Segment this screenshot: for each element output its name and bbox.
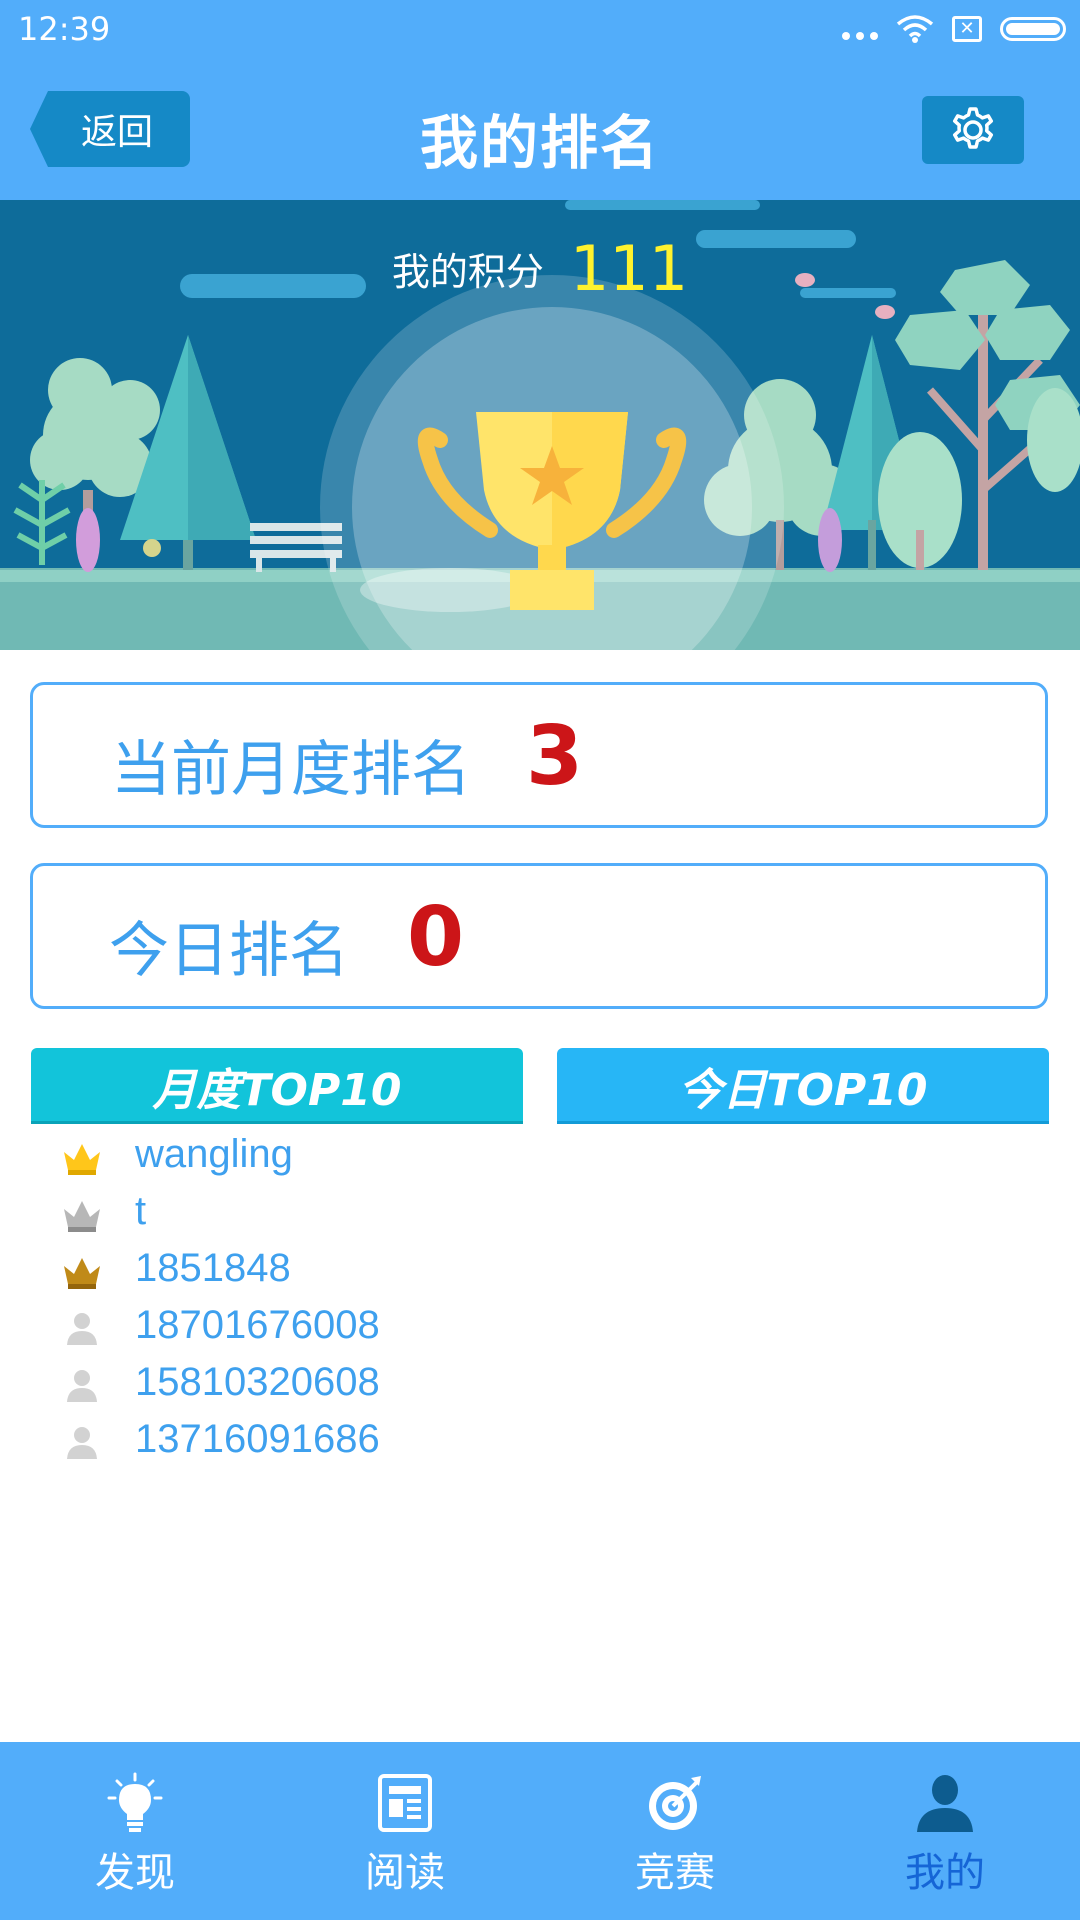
bottom-nav: 发现 阅读 竞赛 我的 [0,1742,1080,1920]
list-item[interactable]: 1851848 [0,1246,1080,1302]
nav-mine[interactable]: 我的 [810,1742,1080,1920]
list-item-name: 13716091686 [135,1417,380,1461]
status-bar: 12:39 ✕ [0,0,1080,60]
score-label: 我的积分 [391,250,544,294]
score-banner: 我的积分 111 [0,200,1080,650]
monthly-rank-label: 当前月度排名 [111,735,471,805]
nav-read[interactable]: 阅读 [270,1742,540,1920]
lightbulb-icon [107,1772,163,1832]
nav-discover-label: 发现 [95,1850,175,1896]
list-item[interactable]: 18701676008 [0,1303,1080,1359]
status-time: 12:39 [18,10,111,48]
gold-crown-icon [64,1144,100,1175]
app-header: 返回 我的排名 [0,60,1080,200]
person-icon [917,1775,973,1832]
nav-competition[interactable]: 竞赛 [540,1742,810,1920]
list-item[interactable]: t [0,1189,1080,1245]
list-item-name: t [135,1189,147,1233]
status-icons: ✕ [842,14,1066,44]
tab-monthly-top10[interactable]: 月度TOP10 [31,1048,523,1124]
nav-mine-label: 我的 [905,1850,985,1896]
wifi-icon [896,15,934,43]
user-icon [67,1313,97,1345]
nav-competition-label: 竞赛 [635,1850,715,1896]
monthly-rank-card: 当前月度排名 3 [30,682,1048,828]
list-item-name: 1851848 [135,1246,291,1290]
list-item-name: 18701676008 [135,1303,380,1347]
list-item-name: 15810320608 [135,1360,380,1404]
daily-rank-card: 今日排名 0 [30,863,1048,1009]
list-item[interactable]: 13716091686 [0,1417,1080,1473]
daily-rank-label: 今日排名 [109,916,349,986]
no-sim-icon: ✕ [952,16,982,42]
daily-rank-value: 0 [407,890,465,985]
page-title: 我的排名 [419,109,660,177]
silver-crown-icon [64,1201,100,1232]
list-item[interactable]: 15810320608 [0,1360,1080,1416]
nav-discover[interactable]: 发现 [0,1742,270,1920]
battery-icon [1000,17,1066,41]
list-item-name: wangling [135,1132,293,1176]
more-dots-icon [842,14,878,44]
user-icon [67,1427,97,1459]
score-value: 111 [569,232,689,305]
target-icon [649,1776,701,1830]
gear-icon [952,107,994,149]
tab-daily-top10[interactable]: 今日TOP10 [557,1048,1049,1124]
list-item[interactable]: wangling [0,1132,1080,1188]
monthly-rank-value: 3 [526,709,584,804]
newspaper-icon [378,1774,432,1832]
score-row: 我的积分 111 [0,232,1080,305]
user-icon [67,1370,97,1402]
bronze-crown-icon [64,1258,100,1289]
settings-button[interactable] [922,96,1024,164]
nav-read-label: 阅读 [365,1850,445,1896]
